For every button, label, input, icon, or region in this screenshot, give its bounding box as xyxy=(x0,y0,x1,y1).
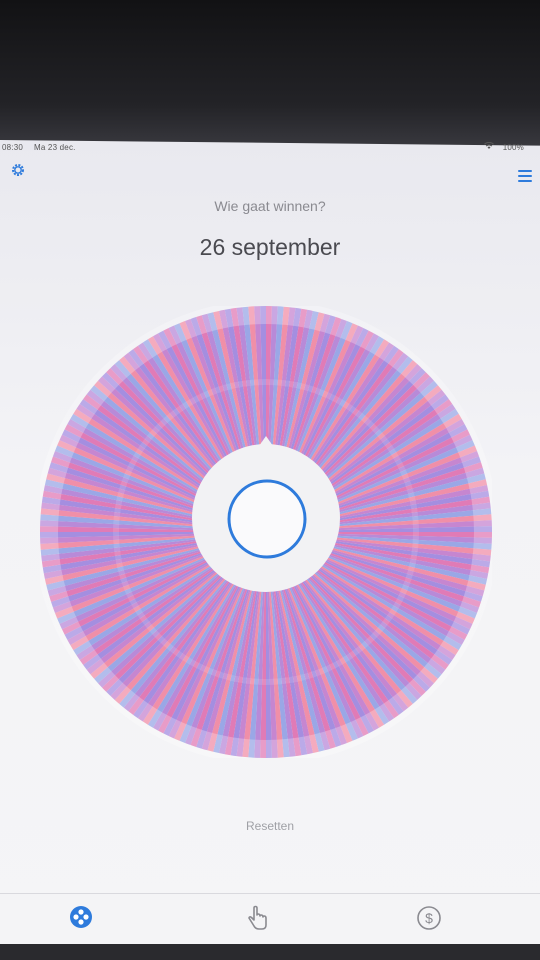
reset-button[interactable]: Resetten xyxy=(0,819,540,833)
tap-icon xyxy=(248,905,267,930)
wifi-icon xyxy=(484,141,494,152)
tab-bar: $ xyxy=(0,893,540,944)
list-menu-icon[interactable] xyxy=(518,170,532,182)
page-title: 26 september xyxy=(199,234,341,260)
prize-wheel-graphic xyxy=(34,300,498,764)
battery-level: 100% xyxy=(502,143,524,152)
tab-tap[interactable] xyxy=(242,904,272,934)
status-date: Ma 23 dec. xyxy=(34,143,76,152)
status-time: 08:30 xyxy=(2,143,24,152)
settings-gear-icon[interactable] xyxy=(10,162,26,178)
tab-money[interactable]: $ xyxy=(414,904,444,934)
spin-button[interactable] xyxy=(227,479,307,559)
dollar-icon: $ xyxy=(417,906,441,930)
tab-wheel[interactable] xyxy=(66,904,96,934)
wheel-icon xyxy=(70,906,92,928)
status-bar: 08:30 Ma 23 dec. 100% xyxy=(0,141,540,154)
svg-text:$: $ xyxy=(425,910,433,926)
camera-background-top xyxy=(0,0,540,150)
page-subtitle: Wie gaat winnen? xyxy=(214,198,326,214)
prize-wheel[interactable] xyxy=(34,300,498,764)
